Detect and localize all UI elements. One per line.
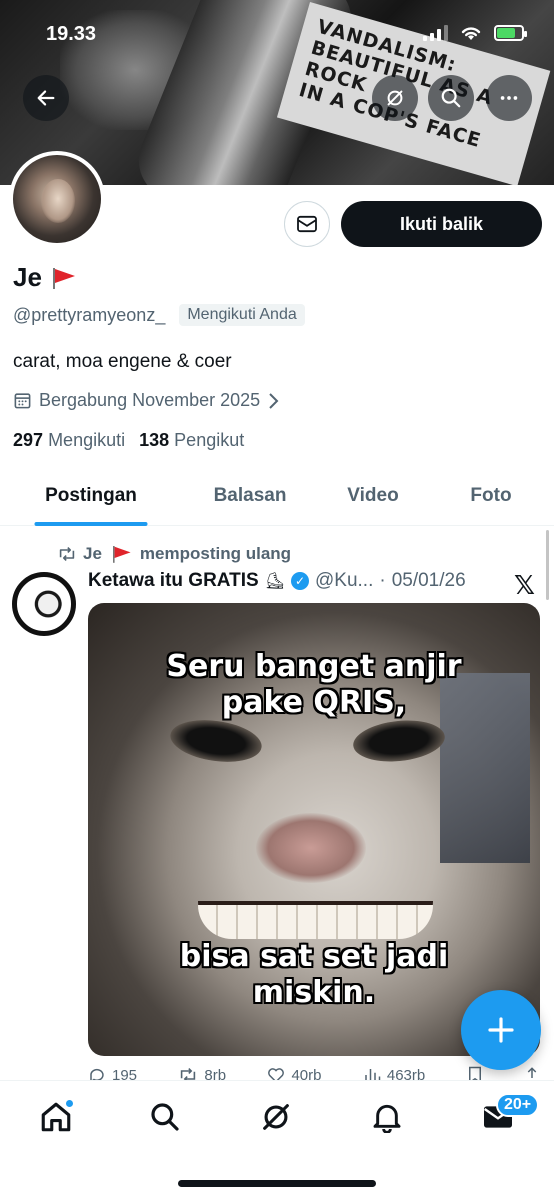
repost-icon — [59, 547, 75, 561]
red-flag-icon — [50, 267, 76, 289]
meme-caption-top: Seru banget anjir pake QRIS, — [88, 649, 540, 721]
search-icon — [151, 1103, 179, 1131]
home-notification-dot — [65, 1099, 74, 1108]
grok-icon — [387, 90, 403, 106]
meme-top-line2: pake QRIS, — [221, 685, 407, 720]
search-icon — [441, 88, 461, 108]
status-bar: 19.33 — [0, 0, 554, 60]
grok-button[interactable] — [372, 75, 418, 121]
battery-icon — [494, 24, 527, 41]
cat-teeth — [198, 905, 433, 939]
tab-posts-label: Postingan — [45, 485, 137, 506]
nav-search[interactable] — [145, 1097, 185, 1137]
repost-context[interactable]: Je memposting ulang — [57, 543, 291, 565]
tab-video[interactable]: Video — [318, 466, 428, 526]
joined-text: Bergabung November 2025 — [39, 390, 261, 410]
name-row: Je — [13, 262, 76, 293]
post-separator: · — [379, 570, 386, 591]
following-label: Mengikuti — [48, 430, 126, 450]
post-author-avatar[interactable] — [12, 572, 76, 636]
tab-replies-label: Balasan — [213, 485, 287, 506]
repost-label: memposting ulang — [139, 544, 292, 563]
tab-video-label: Video — [347, 485, 399, 506]
message-button[interactable] — [284, 201, 330, 247]
tab-photos-label: Foto — [470, 485, 512, 506]
mail-icon — [297, 215, 317, 233]
more-button[interactable] — [486, 75, 532, 121]
cat-nose — [256, 813, 366, 883]
profile-name: Je — [13, 262, 42, 292]
followers-count: 138 — [139, 430, 170, 450]
avatar-face — [41, 179, 75, 223]
follow-back-button[interactable]: Ikuti balik — [341, 201, 542, 247]
followers-label: Pengikut — [174, 430, 245, 450]
back-button[interactable] — [23, 75, 69, 121]
post-date[interactable]: 05/01/26 — [392, 570, 466, 592]
meme-bottom-line1: bisa sat set jadi — [179, 939, 449, 974]
tab-posts[interactable]: Postingan — [0, 466, 182, 526]
calendar-icon — [14, 393, 31, 409]
handle-row: @prettyramyeonz_ Mengikuti Anda — [13, 304, 305, 326]
profile-bio: carat, moa engene & coer — [13, 351, 232, 372]
plus-icon — [488, 1017, 514, 1043]
tab-active-indicator — [34, 522, 148, 526]
chevron-right-icon — [269, 392, 279, 409]
bell-icon — [373, 1104, 401, 1133]
following-count: 297 — [13, 430, 44, 450]
post-author-name[interactable]: Ketawa itu GRATIS — [88, 570, 259, 592]
nav-notifications[interactable] — [367, 1097, 407, 1137]
follow-stats: 297 Mengikuti 138 Pengikut — [13, 430, 244, 451]
status-icons — [423, 24, 527, 41]
cellular-signal-icon — [423, 24, 448, 41]
follows-you-badge: Mengikuti Anda — [179, 304, 305, 326]
back-arrow-icon — [37, 90, 55, 106]
grok-icon — [263, 1104, 289, 1130]
verified-icon: ✓ — [290, 572, 309, 590]
home-indicator[interactable] — [178, 1180, 376, 1187]
nav-home[interactable] — [36, 1097, 76, 1137]
profile-tabs: Postingan Balasan Video Foto — [0, 466, 554, 526]
messages-badge: 20+ — [496, 1093, 540, 1117]
red-flag-icon — [111, 545, 132, 563]
cat-left-eye — [167, 714, 265, 768]
profile-handle: @prettyramyeonz_ — [13, 304, 166, 325]
x-logo-icon[interactable]: 𝕏 — [514, 570, 535, 601]
cat-right-eye — [351, 716, 447, 766]
search-button[interactable] — [428, 75, 474, 121]
tab-photos[interactable]: Foto — [428, 466, 554, 526]
meme-top-line1: Seru banget anjir — [166, 649, 462, 684]
wifi-icon — [461, 26, 481, 40]
scrollbar[interactable] — [546, 530, 549, 600]
followers-stat[interactable]: 138 Pengikut — [139, 430, 244, 451]
profile-avatar[interactable] — [9, 151, 105, 247]
skate-emoji-icon: ⛸ — [264, 573, 285, 590]
compose-post-button[interactable] — [461, 990, 541, 1070]
repost-by: Je — [83, 544, 102, 563]
joined-date[interactable]: Bergabung November 2025 — [13, 390, 279, 411]
nav-grok[interactable] — [256, 1097, 296, 1137]
post-author-handle[interactable]: @Ku... — [315, 570, 373, 592]
meme-caption-bottom: bisa sat set jadi miskin. — [88, 939, 540, 1011]
post-header: Ketawa itu GRATIS ⛸ ✓ @Ku... · 05/01/26 — [88, 570, 540, 592]
more-icon — [500, 96, 518, 100]
status-time: 19.33 — [46, 23, 97, 45]
following-stat[interactable]: 297 Mengikuti — [13, 430, 125, 451]
tab-replies[interactable]: Balasan — [182, 466, 318, 526]
post-media-image[interactable]: Seru banget anjir pake QRIS, bisa sat se… — [88, 603, 540, 1056]
